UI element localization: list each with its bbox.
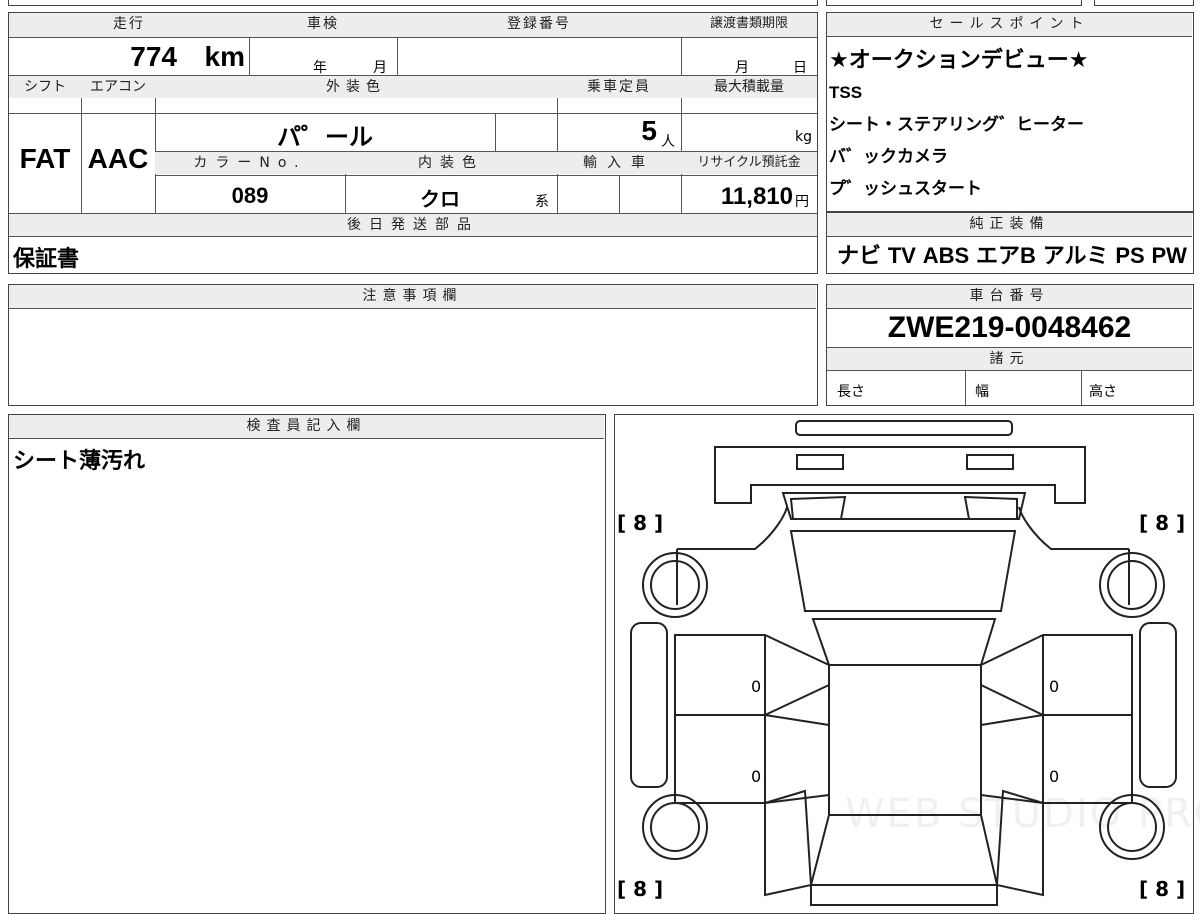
transfer-day-unit: 日 <box>793 60 807 76</box>
equipment-list: ナビ TV ABS エアB アルミ PS PW <box>837 241 1187 271</box>
inspection-value-cell: 年 月 <box>249 37 397 76</box>
later-parts-header: 後日発送部品 <box>9 214 817 236</box>
width-label: 幅 <box>975 384 989 400</box>
inspector-box: 検査員記入欄 シート薄汚れ <box>8 414 606 914</box>
inspection-month-unit: 月 <box>373 60 387 76</box>
car-diagram-box: [ 8 ] [ 8 ] [ 8 ] [ 8 ] 0 0 0 0 WEB STUD… <box>614 414 1200 914</box>
recycle-unit: 円 <box>795 194 809 210</box>
sales-point-item: バ゛ックカメラ <box>829 147 948 166</box>
inspector-comment: シート薄汚れ <box>13 448 146 473</box>
tire-front-left-rating: [ 8 ] <box>617 877 664 901</box>
max-load-header: 最大積載量 <box>681 76 817 98</box>
mileage-value: 774 <box>130 41 177 72</box>
shift-value: FAT <box>19 143 71 174</box>
watermark: WEB STUDIO PRO <box>845 791 1200 837</box>
equipment-item: TV <box>887 243 916 268</box>
tire-rear-left-rating: [ 8 ] <box>617 511 664 535</box>
mileage-value-cell: 774 km <box>9 37 249 75</box>
top-strip-right <box>826 0 1082 6</box>
transfer-month-unit: 月 <box>735 60 749 76</box>
sales-point-item: ★オークションデビュー★ <box>829 47 1089 72</box>
mileage-header: 走行 <box>9 13 249 37</box>
top-strip <box>8 0 818 6</box>
interior-color-header: 内装色 <box>345 152 557 174</box>
sales-point-item: TSS <box>829 83 863 102</box>
sales-points-box: セールスポイント ★オークションデビュー★ TSS シート・ステアリング゛ヒーターバ… <box>826 12 1194 212</box>
door-left-rear-rating: 0 <box>751 677 762 696</box>
notes-header: 注意事項欄 <box>9 285 816 309</box>
length-label: 長さ <box>837 384 865 400</box>
interior-color-value: クロ <box>420 189 460 211</box>
equipment-item: ナビ <box>837 243 882 268</box>
car-diagram <box>630 420 1177 906</box>
ac-value: AAC <box>87 143 149 174</box>
chassis-header: 車台番号 <box>827 285 1192 309</box>
equipment-item: PS <box>1115 243 1145 268</box>
exterior-color-header: 外装色 <box>155 76 557 98</box>
height-label: 高さ <box>1089 384 1117 400</box>
ac-header: エアコン <box>81 76 155 98</box>
equipment-item: ABS <box>922 243 970 268</box>
inspector-header: 検査員記入欄 <box>9 415 604 439</box>
sales-point-item: プ゛ッシュスタート <box>829 179 982 198</box>
equipment-item: エアB <box>976 243 1036 268</box>
door-right-front-rating: 0 <box>1049 767 1060 786</box>
chassis-number: ZWE219-0048462 <box>887 311 1132 344</box>
sales-points-list: ★オークションデビュー★ TSS シート・ステアリング゛ヒーター バ゛ックカメラプ゛ッ… <box>829 43 1189 205</box>
equipment-item: PW <box>1151 243 1187 268</box>
transfer-deadline-header: 譲渡書類期限 <box>681 13 817 37</box>
recycle-value: 11,810 <box>720 183 793 210</box>
top-strip-corner <box>1094 0 1194 6</box>
chassis-box: 車台番号 ZWE219-0048462 諸元 長さ 幅 高さ <box>826 284 1194 406</box>
inspection-header: 車検 <box>249 13 397 37</box>
color-no-header: カラーNo. <box>155 152 345 174</box>
sales-points-header: セールスポイント <box>827 13 1192 37</box>
registration-header: 登録番号 <box>397 13 681 37</box>
door-right-rear-rating: 0 <box>1049 677 1060 696</box>
capacity-value: 5 <box>641 115 657 146</box>
door-left-front-rating: 0 <box>751 767 762 786</box>
transfer-deadline-cell: 月 日 <box>681 37 817 76</box>
spec-table: 走行 車検 登録番号 譲渡書類期限 774 km 年 月 月 日 シフト エアコ… <box>8 12 818 274</box>
sales-point-item: シート・ステアリング゛ヒーター <box>829 115 1084 134</box>
mileage-unit: km <box>204 41 245 72</box>
tire-rear-right-rating: [ 8 ] <box>1139 511 1186 535</box>
exterior-color-value: パ゜ール <box>277 124 373 151</box>
capacity-header: 乗車定員 <box>557 76 681 98</box>
tire-front-right-rating: [ 8 ] <box>1139 877 1186 901</box>
recycle-header: リサイクル預託金 <box>681 152 817 174</box>
inspection-year-unit: 年 <box>313 60 327 76</box>
equipment-box: 純正装備 ナビ TV ABS エアB アルミ PS PW <box>826 212 1194 274</box>
max-load-unit: kg <box>795 129 812 145</box>
equipment-header: 純正装備 <box>827 213 1192 237</box>
equipment-item: アルミ <box>1042 243 1109 268</box>
color-no-value: 089 <box>231 183 269 208</box>
dimensions-header: 諸元 <box>827 347 1192 371</box>
capacity-unit: 人 <box>661 134 675 150</box>
later-parts-value: 保証書 <box>13 246 80 271</box>
import-header: 輸入車 <box>557 152 681 174</box>
interior-color-suffix: 系 <box>535 194 549 210</box>
shift-header: シフト <box>9 76 81 98</box>
notes-box: 注意事項欄 <box>8 284 818 406</box>
